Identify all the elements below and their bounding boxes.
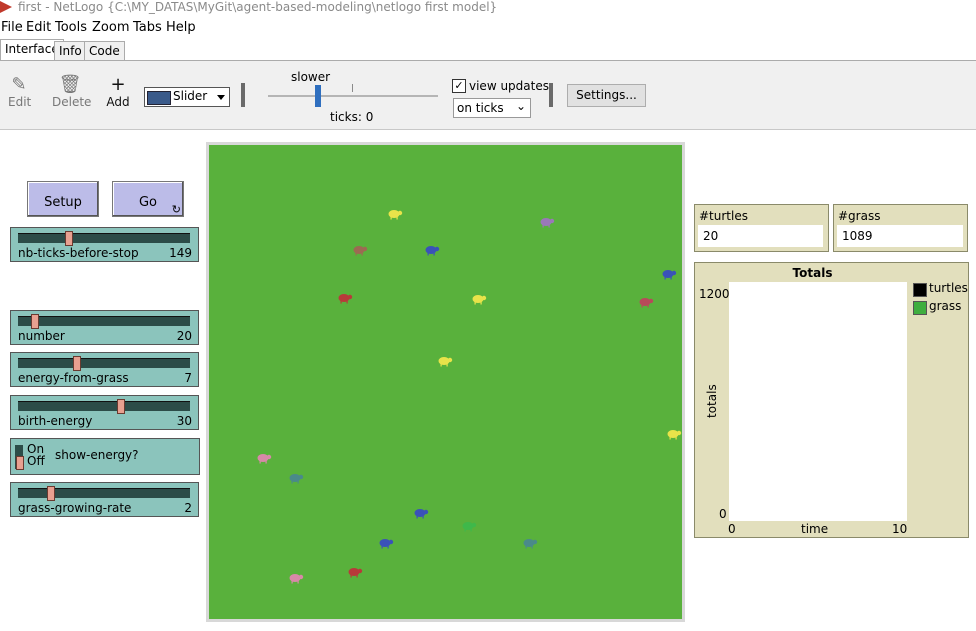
plot-x-max: 10	[892, 522, 908, 536]
menu-tabs[interactable]: Tabs	[133, 20, 162, 35]
switch-off-label: Off	[27, 454, 45, 468]
title-bar: first - NetLogo {C:\MY_DATAS\MyGit\agent…	[0, 0, 976, 16]
menu-file[interactable]: File	[1, 20, 23, 35]
slider-label: energy-from-grass	[18, 371, 129, 385]
monitor-turtles: #turtles 20	[694, 204, 829, 252]
legend-label: grass	[929, 299, 962, 313]
slider-track[interactable]	[18, 488, 190, 498]
chevron-down-icon: ⌄	[515, 99, 526, 113]
go-button-label: Go	[138, 195, 158, 210]
speed-slider-thumb[interactable]	[315, 85, 321, 107]
menu-bar: File Edit Tools Zoom Tabs Help	[0, 18, 976, 38]
slider-widget-icon	[147, 91, 171, 105]
plot-x-min: 0	[728, 522, 736, 536]
monitor-grass: #grass 1089	[833, 204, 968, 252]
pencil-icon: ✎	[11, 74, 27, 95]
widget-type-value: Slider	[173, 89, 208, 103]
legend-label: turtles	[929, 281, 968, 295]
slider-value: 30	[176, 414, 192, 428]
menu-zoom[interactable]: Zoom	[92, 20, 129, 35]
world-view[interactable]	[206, 142, 685, 622]
slider-value: 20	[176, 329, 192, 343]
legend-swatch	[913, 301, 927, 315]
view-updates-label: view updates	[469, 79, 549, 93]
plus-icon: +	[110, 74, 126, 95]
speed-slider-center-tick	[352, 84, 353, 92]
slider-value: 2	[184, 501, 192, 515]
update-mode-value: on ticks	[457, 101, 504, 115]
plot-y-min: 0	[719, 507, 727, 521]
slider-track[interactable]	[18, 358, 190, 368]
netlogo-app-icon	[0, 1, 12, 13]
main-tabs: Interface Info Code	[0, 38, 976, 61]
tab-info[interactable]: Info	[54, 41, 87, 60]
legend-swatch	[913, 283, 927, 297]
slider-energy-from-grass[interactable]: energy-from-grass 7	[10, 352, 199, 387]
edit-button-label: Edit	[8, 95, 32, 109]
speed-slider-track[interactable]	[268, 95, 438, 97]
slider-knob[interactable]	[47, 486, 55, 501]
edit-button[interactable]: ✎ Edit	[8, 74, 32, 110]
view-updates-checkbox[interactable]: ✓	[452, 79, 466, 93]
slider-label: grass-growing-rate	[18, 501, 132, 515]
slider-birth-energy[interactable]: birth-energy 30	[10, 395, 199, 430]
plot-y-label: totals	[705, 384, 719, 418]
slider-track[interactable]	[18, 401, 190, 411]
plot-y-max: 1200	[699, 287, 730, 301]
tab-code[interactable]: Code	[84, 41, 125, 60]
world-canvas[interactable]	[209, 145, 682, 619]
plot-title: Totals	[792, 266, 833, 280]
forever-icon: ↻	[171, 203, 181, 216]
slider-label: number	[18, 329, 65, 343]
slider-label: nb-ticks-before-stop	[18, 246, 139, 260]
slider-label: birth-energy	[18, 414, 93, 428]
window-title: first - NetLogo {C:\MY_DATAS\MyGit\agent…	[18, 0, 498, 14]
slider-knob[interactable]	[65, 231, 73, 246]
speed-label: slower	[291, 70, 331, 84]
setup-button-label: Setup	[44, 195, 82, 210]
slider-value: 7	[184, 371, 192, 385]
setup-button[interactable]: Setup	[27, 181, 99, 217]
slider-knob[interactable]	[73, 356, 81, 371]
monitor-label: #turtles	[699, 209, 748, 223]
delete-button[interactable]: 🗑 Delete	[52, 74, 92, 110]
grass-patches	[209, 145, 682, 619]
plot-area	[729, 282, 907, 521]
slider-grass-growing-rate[interactable]: grass-growing-rate 2	[10, 482, 199, 517]
chevron-down-icon	[217, 95, 225, 100]
slider-track[interactable]	[18, 316, 190, 326]
plot-x-label: time	[801, 522, 829, 536]
slider-knob[interactable]	[31, 314, 39, 329]
switch-knob[interactable]	[16, 456, 24, 470]
monitor-value: 1089	[837, 225, 963, 247]
interface-toolbar: ✎ Edit 🗑 Delete + Add Slider slower tick…	[0, 61, 976, 130]
slider-number[interactable]: number 20	[10, 310, 199, 345]
trash-icon: 🗑	[58, 74, 82, 95]
settings-button[interactable]: Settings...	[567, 84, 646, 107]
plot-totals: Totals 1200 0 0 time 10 totals turtles g…	[694, 262, 969, 538]
monitor-label: #grass	[838, 209, 881, 223]
menu-edit[interactable]: Edit	[26, 20, 51, 35]
slider-value: 149	[169, 246, 192, 260]
add-button[interactable]: + Add	[106, 74, 130, 110]
menu-tools[interactable]: Tools	[55, 20, 87, 35]
update-mode-select[interactable]: on ticks ⌄	[453, 98, 531, 118]
toolbar-separator	[549, 83, 553, 107]
ticks-counter: ticks: 0	[330, 110, 374, 124]
slider-knob[interactable]	[117, 399, 125, 414]
toolbar-separator	[241, 83, 245, 107]
go-button[interactable]: Go ↻	[112, 181, 184, 217]
switch-show-energy[interactable]: On Off show-energy?	[10, 438, 200, 475]
switch-label: show-energy?	[55, 448, 139, 462]
slider-nb-ticks-before-stop[interactable]: nb-ticks-before-stop 149	[10, 227, 199, 262]
delete-button-label: Delete	[52, 95, 92, 109]
slider-track[interactable]	[18, 233, 190, 243]
widget-type-select[interactable]: Slider	[144, 87, 230, 107]
monitor-value: 20	[698, 225, 823, 247]
add-button-label: Add	[106, 95, 130, 109]
menu-help[interactable]: Help	[166, 20, 196, 35]
